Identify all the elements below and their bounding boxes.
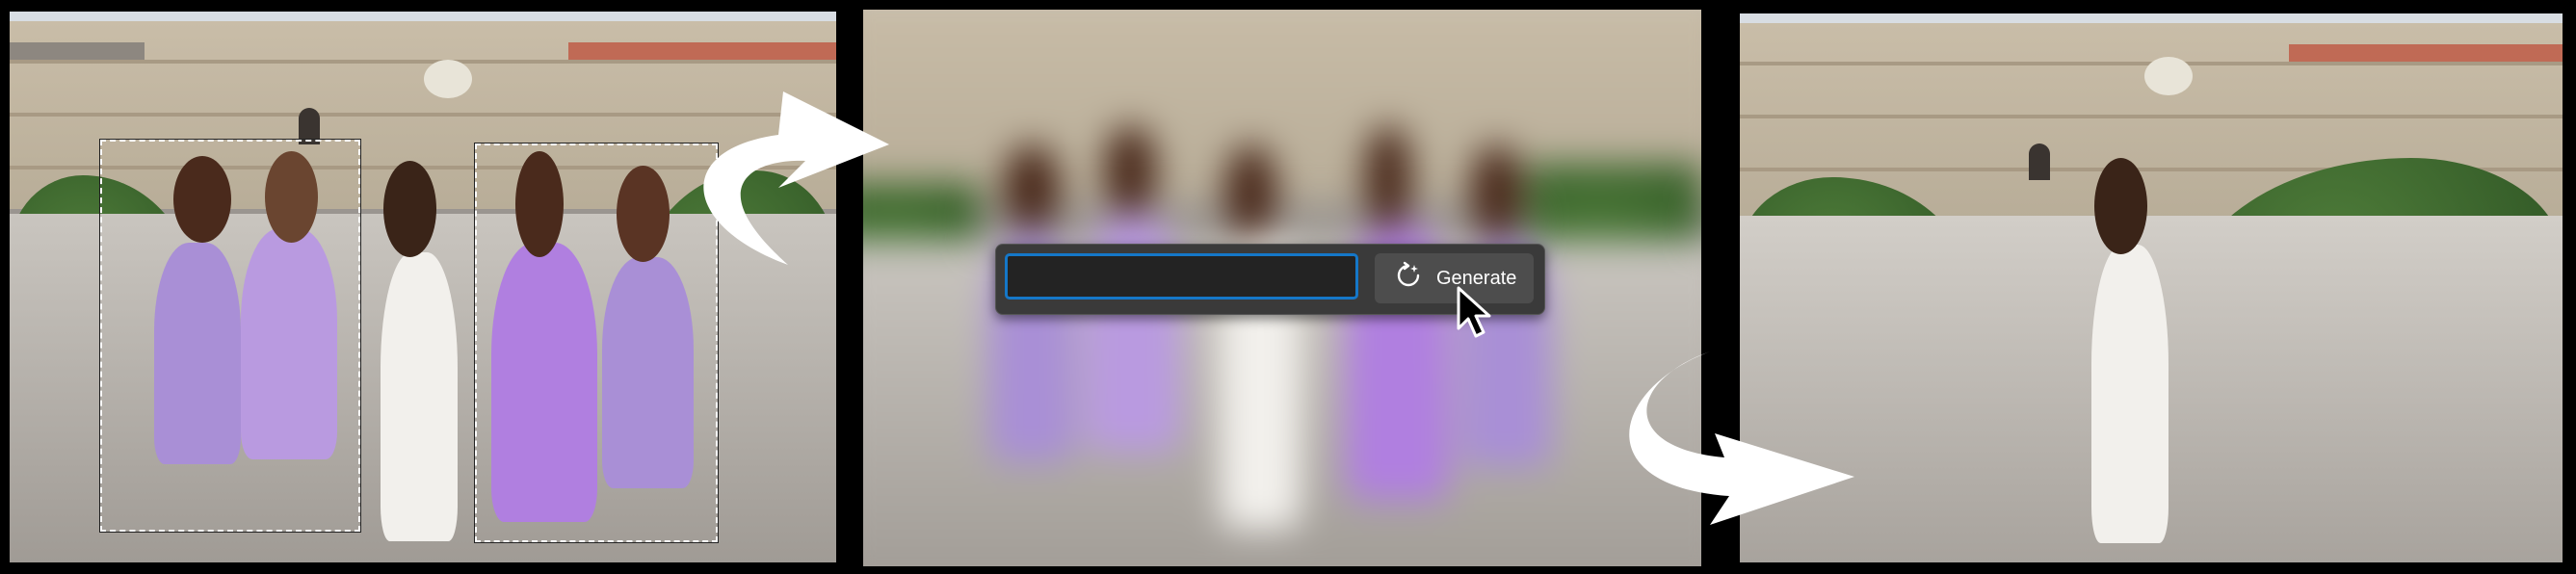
generate-sparkle-icon [1394, 261, 1423, 296]
generate-button[interactable]: Generate [1375, 253, 1534, 303]
selection-marquee-left[interactable] [100, 140, 360, 532]
curved-arrow-icon [703, 91, 889, 265]
curved-arrow-icon [1629, 352, 1854, 525]
mouse-cursor-icon [1457, 286, 1491, 338]
prompt-input[interactable] [1005, 253, 1358, 300]
result-scene [1740, 13, 2563, 562]
bride-figure [2091, 245, 2169, 543]
bride-figure [381, 252, 458, 541]
panel-result-photo [1740, 13, 2563, 562]
